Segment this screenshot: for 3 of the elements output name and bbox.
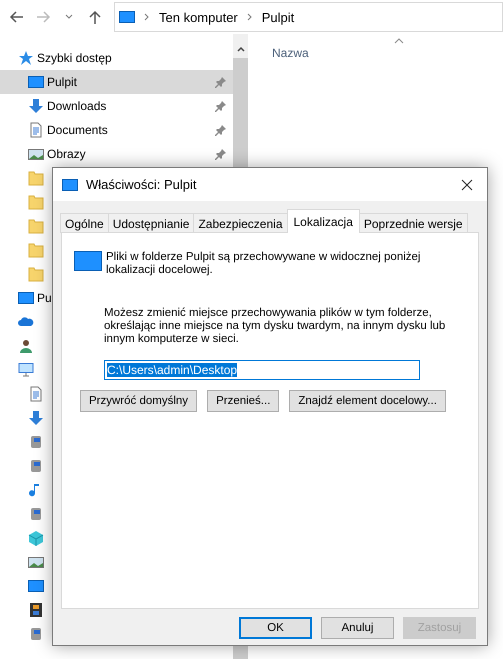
info-text: Pliki w folderze Pulpit są przechowywane w widocznej poniżej lokalizacji docelowej. bbox=[106, 251, 422, 277]
description-text: Możesz zmienić miejsce przechowywania plików w tym folderze, określając inne miejsce na tym dysku twardym, na innym dysku lub innym komputerze w sieci. bbox=[104, 307, 446, 346]
dialog-title: Właściwości: Pulpit bbox=[86, 177, 198, 192]
